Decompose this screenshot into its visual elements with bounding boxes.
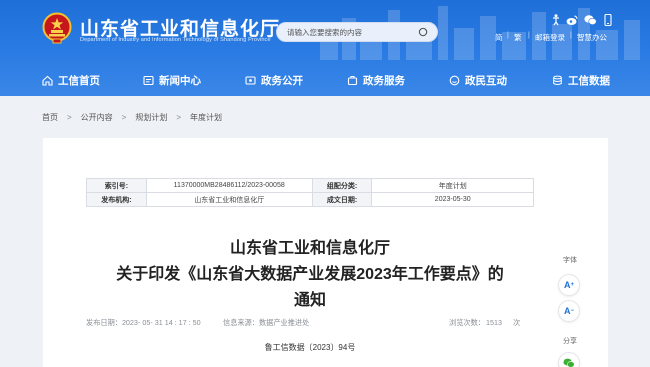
publish-time: 发布日期：2023- 05- 31 14 : 17 : 50 bbox=[86, 318, 201, 327]
plus-icon: + bbox=[570, 282, 574, 288]
services-icon bbox=[347, 75, 358, 85]
breadcrumb-planning[interactable]: 规划计划 bbox=[135, 112, 167, 123]
info-source: 信息来源：数据产业推进处 bbox=[223, 318, 310, 327]
publisher-label: 发布机构: bbox=[86, 192, 147, 207]
breadcrumb-home[interactable]: 首页 bbox=[42, 112, 58, 123]
font-decrease-button[interactable]: A − bbox=[558, 300, 580, 322]
search-icon[interactable] bbox=[418, 27, 429, 38]
share-label: 分享 bbox=[563, 338, 577, 345]
index-value: 11370000MB28486112/2023-00058 bbox=[145, 178, 313, 193]
separator: | bbox=[528, 32, 530, 39]
document-number: 鲁工信数据〔2023〕94号 bbox=[264, 343, 356, 352]
breadcrumb-annual-plan[interactable]: 年度计划 bbox=[190, 112, 222, 123]
weibo-icon[interactable] bbox=[566, 14, 578, 26]
chevron-right-icon: > bbox=[67, 113, 72, 122]
email-login-link[interactable]: 邮箱登录 bbox=[535, 32, 565, 43]
search-box[interactable] bbox=[276, 22, 438, 42]
article-title-line-2: 关于印发《山东省大数据产业发展2023年工作要点》的 bbox=[116, 266, 504, 283]
national-emblem-icon bbox=[42, 12, 72, 44]
article-title-line-1: 山东省工业和信息化厅 bbox=[229, 240, 390, 257]
disclosure-icon bbox=[245, 75, 256, 85]
document-meta-table: 索引号: 11370000MB28486112/2023-00058 组配分类:… bbox=[86, 178, 534, 207]
share-wechat-button[interactable] bbox=[558, 352, 580, 367]
category-label: 组配分类: bbox=[311, 178, 373, 193]
nav-home[interactable]: 工信首页 bbox=[42, 64, 100, 96]
publisher-value: 山东省工业和信息化厅 bbox=[145, 192, 313, 207]
views-count: 1513 bbox=[486, 318, 502, 327]
nav-government-services[interactable]: 政务服务 bbox=[347, 64, 405, 96]
separator: | bbox=[507, 32, 509, 39]
date-label: 成文日期: bbox=[311, 192, 373, 207]
smart-office-link[interactable]: 智慧办公 bbox=[577, 32, 607, 43]
separator: | bbox=[570, 32, 572, 39]
font-increase-button[interactable]: A + bbox=[558, 274, 580, 296]
nav-public-interaction[interactable]: 政民互动 bbox=[449, 64, 507, 96]
font-size-label: 字体 bbox=[563, 257, 577, 264]
chevron-right-icon: > bbox=[176, 113, 182, 122]
search-input[interactable] bbox=[287, 25, 417, 39]
minus-icon: − bbox=[570, 308, 574, 314]
views-unit: 次 bbox=[513, 318, 521, 327]
date-value: 2023-05-30 bbox=[371, 192, 534, 207]
main-nav: 工信首页 新闻中心 政务公开 政务服务 政民互动 工信数据 bbox=[0, 64, 650, 96]
site-subtitle: Department of Industry and Information T… bbox=[80, 37, 271, 43]
accessibility-icon[interactable] bbox=[551, 14, 561, 26]
news-icon bbox=[143, 75, 154, 85]
nav-services-label: 政务服务 bbox=[363, 74, 405, 87]
breadcrumb: 首页 > 公开内容 > 规划计划 > 年度计划 bbox=[42, 112, 222, 123]
breadcrumb-public-content[interactable]: 公开内容 bbox=[81, 112, 113, 123]
nav-government-disclosure[interactable]: 政务公开 bbox=[245, 64, 303, 96]
wechat-icon[interactable] bbox=[584, 14, 597, 26]
nav-interaction-label: 政民互动 bbox=[465, 74, 507, 87]
article-title-line-3: 通知 bbox=[293, 292, 326, 309]
nav-data[interactable]: 工信数据 bbox=[552, 64, 610, 96]
simplified-chinese-link[interactable]: 简 bbox=[495, 32, 503, 43]
traditional-chinese-link[interactable]: 繁 bbox=[514, 32, 522, 43]
wechat-icon bbox=[563, 358, 575, 367]
views-label: 浏览次数： bbox=[449, 318, 485, 327]
mobile-icon[interactable] bbox=[602, 14, 614, 26]
database-icon bbox=[553, 75, 562, 85]
chevron-right-icon: > bbox=[121, 113, 127, 122]
nav-disclosure-label: 政务公开 bbox=[261, 74, 303, 87]
category-value: 年度计划 bbox=[371, 178, 534, 193]
table-row: 发布机构: 山东省工业和信息化厅 成文日期: 2023-05-30 bbox=[86, 192, 534, 207]
nav-data-label: 工信数据 bbox=[568, 74, 610, 87]
table-row: 索引号: 11370000MB28486112/2023-00058 组配分类:… bbox=[86, 178, 534, 193]
nav-news-label: 新闻中心 bbox=[159, 74, 201, 87]
site-header: 山东省工业和信息化厅 Department of Industry and In… bbox=[0, 0, 650, 96]
nav-news[interactable]: 新闻中心 bbox=[143, 64, 201, 96]
index-label: 索引号: bbox=[86, 178, 147, 193]
interaction-icon bbox=[449, 75, 460, 85]
home-icon bbox=[42, 75, 53, 86]
nav-home-label: 工信首页 bbox=[58, 74, 100, 87]
